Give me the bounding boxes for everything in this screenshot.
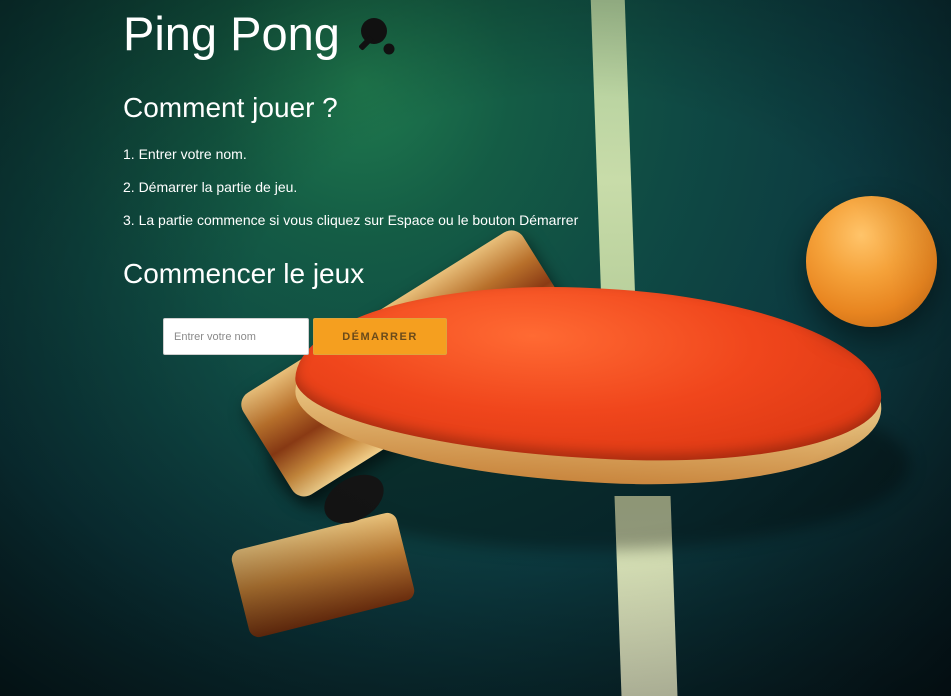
start-game-heading: Commencer le jeux bbox=[123, 258, 365, 289]
player-name-input[interactable] bbox=[163, 318, 309, 355]
how-to-play-heading: Comment jouer ? bbox=[123, 92, 338, 123]
game-start-screen: Ping Pong Comment jouer ? 1. Entrer votr… bbox=[0, 0, 951, 696]
ping-pong-paddle-icon bbox=[354, 14, 398, 58]
main-content: Ping Pong Comment jouer ? 1. Entrer votr… bbox=[123, 0, 763, 355]
instruction-list: 1. Entrer votre nom. 2. Démarrer la part… bbox=[123, 145, 763, 229]
instruction-step: 3. La partie commence si vous cliquez su… bbox=[123, 212, 579, 228]
title-row: Ping Pong bbox=[123, 8, 763, 60]
instruction-step: 2. Démarrer la partie de jeu. bbox=[123, 179, 298, 195]
page-title: Ping Pong bbox=[123, 7, 340, 60]
instruction-step: 1. Entrer votre nom. bbox=[123, 146, 247, 162]
start-form: DÉMARRER bbox=[163, 318, 447, 355]
start-button[interactable]: DÉMARRER bbox=[313, 318, 447, 355]
